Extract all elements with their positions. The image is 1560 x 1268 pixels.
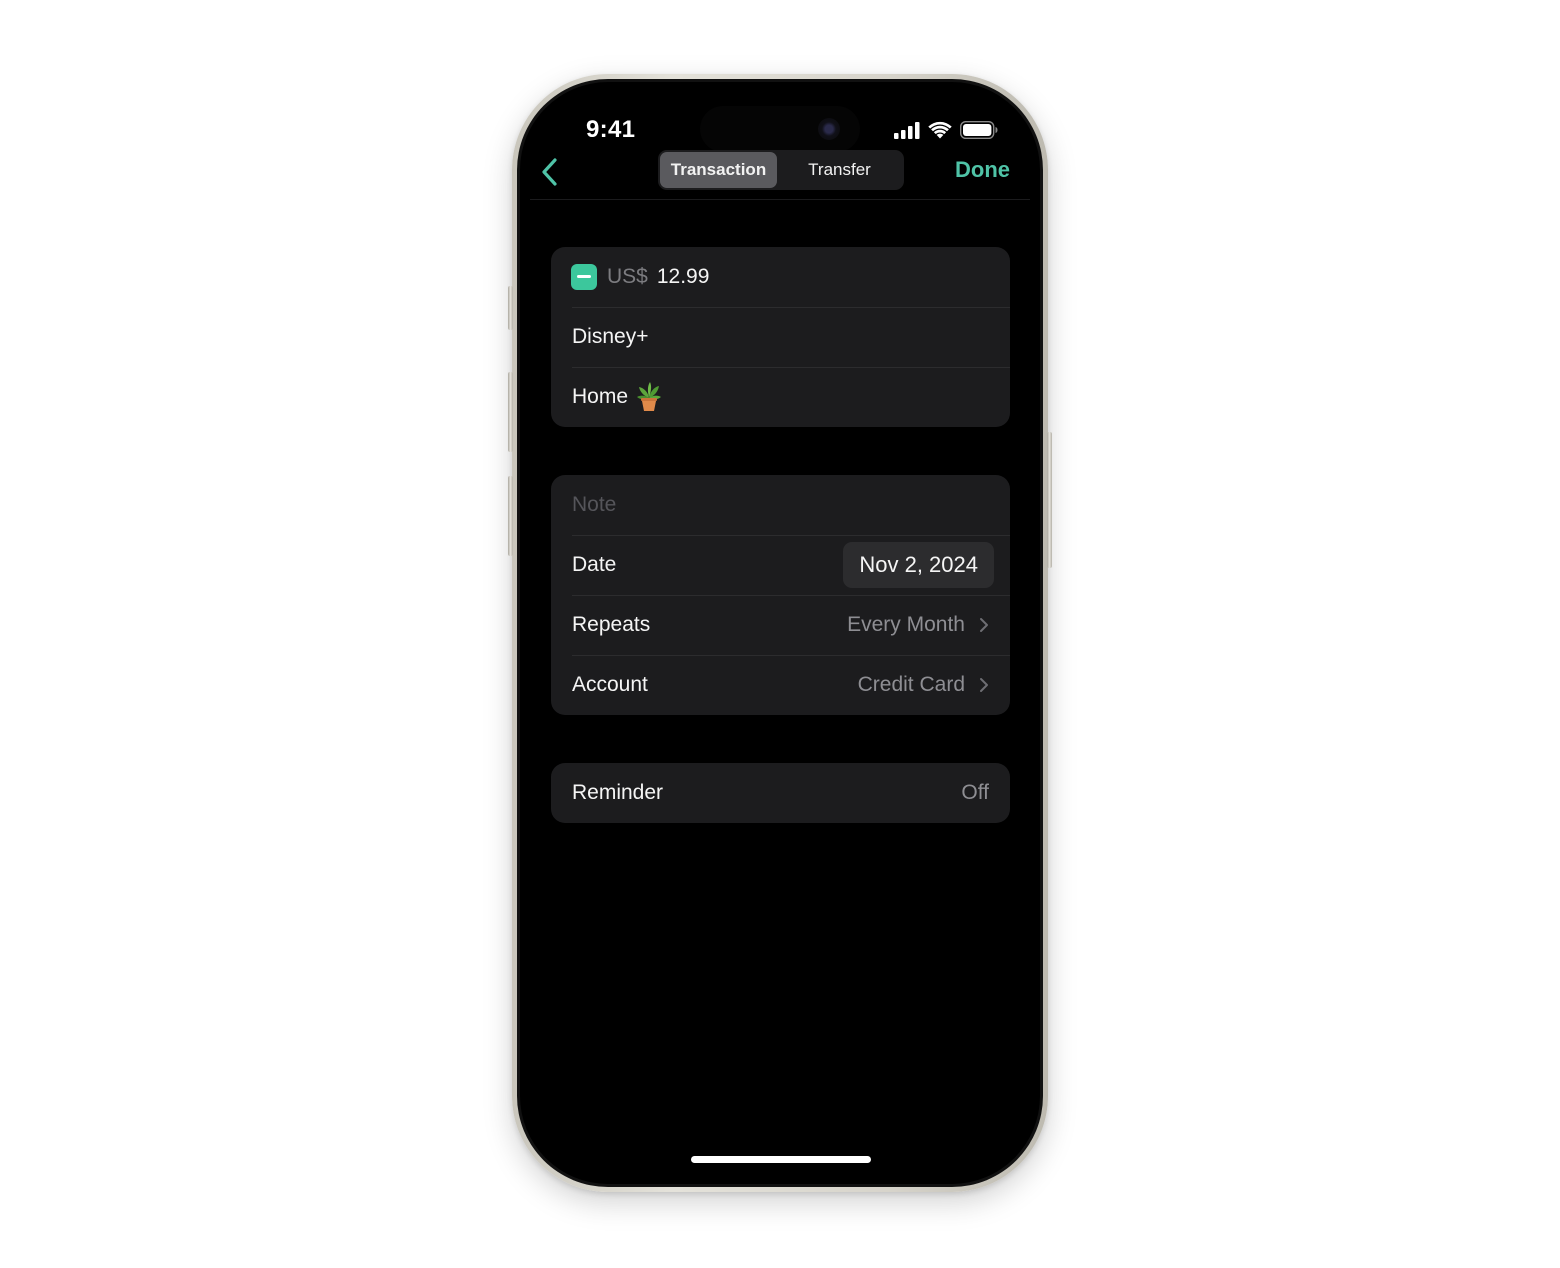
segment-transfer[interactable]: Transfer xyxy=(777,152,902,188)
currency-label: US$ xyxy=(607,265,648,288)
note-row[interactable]: Note xyxy=(551,475,1010,535)
nav-divider xyxy=(530,199,1030,200)
transaction-details-group: Note Date Nov 2, 2024 Repeats Every Mont… xyxy=(551,475,1010,715)
status-icons xyxy=(894,120,998,140)
done-button[interactable]: Done xyxy=(955,156,1010,184)
category-row[interactable]: Home xyxy=(551,367,1010,427)
note-input[interactable]: Note xyxy=(572,493,616,517)
date-row: Date Nov 2, 2024 xyxy=(551,535,1010,595)
volume-up-button xyxy=(508,372,513,452)
reminder-row[interactable]: Reminder Off xyxy=(551,763,1010,823)
repeats-value: Every Month xyxy=(847,613,965,636)
date-label: Date xyxy=(572,553,617,576)
amount-row[interactable]: US$ 12.99 xyxy=(551,247,1010,307)
account-value: Credit Card xyxy=(857,673,965,696)
battery-icon xyxy=(960,121,998,139)
reminder-label: Reminder xyxy=(572,781,664,804)
back-button[interactable] xyxy=(540,156,564,190)
transaction-type-segmented-control: Transaction Transfer xyxy=(658,150,904,190)
account-row[interactable]: Account Credit Card xyxy=(551,655,1010,715)
reminder-group: Reminder Off xyxy=(551,763,1010,823)
cellular-signal-icon xyxy=(894,121,920,139)
wifi-icon xyxy=(928,121,952,139)
account-label: Account xyxy=(572,673,648,696)
payee-value[interactable]: Disney+ xyxy=(572,325,648,349)
repeats-label: Repeats xyxy=(572,613,651,636)
chevron-right-icon xyxy=(980,618,988,632)
minus-badge-icon[interactable] xyxy=(571,264,597,290)
action-button xyxy=(508,286,513,330)
home-indicator[interactable] xyxy=(691,1156,871,1163)
potted-plant-icon xyxy=(637,382,662,411)
segment-transaction[interactable]: Transaction xyxy=(660,152,777,188)
front-camera xyxy=(818,118,840,140)
payee-row[interactable]: Disney+ xyxy=(551,307,1010,367)
date-picker-button[interactable]: Nov 2, 2024 xyxy=(843,542,994,588)
transaction-main-group: US$ 12.99 Disney+ Home xyxy=(551,247,1010,427)
reminder-value: Off xyxy=(961,781,989,804)
screen: 9:41 Transaction Transfer Done US$ 12.99… xyxy=(520,82,1040,1184)
power-button xyxy=(1047,432,1052,568)
category-value: Home xyxy=(572,385,629,408)
chevron-right-icon xyxy=(980,678,988,692)
chevron-left-icon xyxy=(542,158,557,186)
status-time: 9:41 xyxy=(586,116,636,143)
navigation-bar: Transaction Transfer Done xyxy=(520,148,1040,200)
repeats-row[interactable]: Repeats Every Month xyxy=(551,595,1010,655)
amount-value[interactable]: 12.99 xyxy=(657,265,710,289)
volume-down-button xyxy=(508,476,513,556)
